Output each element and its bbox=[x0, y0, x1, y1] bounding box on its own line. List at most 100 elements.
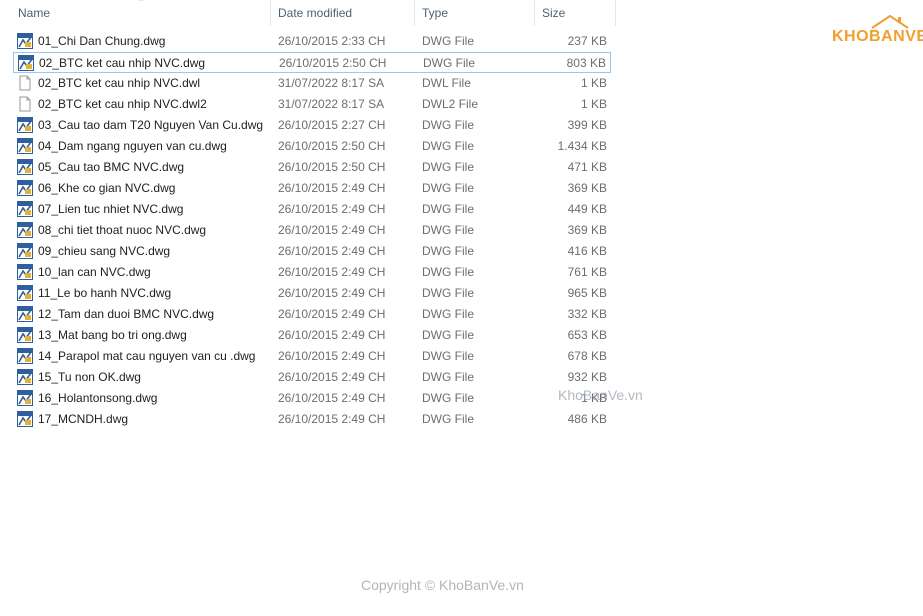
file-name: 04_Dam ngang nguyen van cu.dwg bbox=[38, 139, 227, 153]
dwg-file-icon bbox=[17, 411, 33, 427]
file-date-modified: 26/10/2015 2:49 CH bbox=[278, 412, 386, 426]
file-row[interactable]: 02_BTC ket cau nhip NVC.dwg 26/10/2015 2:… bbox=[13, 52, 611, 73]
file-name: 05_Cau tao BMC NVC.dwg bbox=[38, 160, 185, 174]
file-type: DWG File bbox=[422, 412, 474, 426]
dwg-file-icon bbox=[17, 222, 33, 238]
file-type: DWG File bbox=[422, 202, 474, 216]
file-name: 02_BTC ket cau nhip NVC.dwl2 bbox=[38, 97, 207, 111]
file-name: 13_Mat bang bo tri ong.dwg bbox=[38, 328, 187, 342]
file-row[interactable]: 07_Lien tuc nhiet NVC.dwg 26/10/2015 2:49… bbox=[13, 199, 611, 220]
khobanve-logo: KHOBANVE bbox=[832, 14, 923, 50]
file-date-modified: 31/07/2022 8:17 SA bbox=[278, 76, 385, 90]
file-name: 11_Le bo hanh NVC.dwg bbox=[38, 286, 172, 300]
dwg-file-icon bbox=[18, 55, 34, 71]
file-type: DWG File bbox=[422, 181, 474, 195]
file-row[interactable]: 05_Cau tao BMC NVC.dwg 26/10/2015 2:50 CH… bbox=[13, 157, 611, 178]
dwg-file-icon bbox=[17, 264, 33, 280]
file-row[interactable]: 16_Holantonsong.dwg 26/10/2015 2:49 CH DWG… bbox=[13, 388, 611, 409]
file-size: 486 KB bbox=[567, 412, 607, 426]
file-type: DWG File bbox=[422, 349, 474, 363]
file-date-modified: 26/10/2015 2:49 CH bbox=[278, 181, 386, 195]
file-date-modified: 26/10/2015 2:49 CH bbox=[278, 202, 386, 216]
file-type: DWG File bbox=[422, 139, 474, 153]
dwg-file-icon bbox=[17, 201, 33, 217]
file-name: 17_MCNDH.dwg bbox=[38, 412, 129, 426]
column-header-bar: ⌃ Name Date modified Type Size bbox=[0, 0, 616, 26]
file-row[interactable]: 12_Tam dan duoi BMC NVC.dwg 26/10/2015 2:… bbox=[13, 304, 611, 325]
file-size: 653 KB bbox=[567, 328, 607, 342]
dwg-file-icon bbox=[17, 117, 33, 133]
file-row[interactable]: 03_Cau tao dam T20 Nguyen Van Cu.dwg 26/1… bbox=[13, 115, 611, 136]
file-name: 07_Lien tuc nhiet NVC.dwg bbox=[38, 202, 184, 216]
dwg-file-icon bbox=[17, 159, 33, 175]
file-name: 08_chi tiet thoat nuoc NVC.dwg bbox=[38, 223, 207, 237]
file-type: DWG File bbox=[422, 307, 474, 321]
logo-text: KHOBANVE bbox=[832, 28, 923, 45]
file-date-modified: 26/10/2015 2:49 CH bbox=[278, 223, 386, 237]
file-type: DWG File bbox=[423, 56, 475, 70]
file-name: 01_Chi Dan Chung.dwg bbox=[38, 34, 166, 48]
file-row[interactable]: 13_Mat bang bo tri ong.dwg 26/10/2015 2:4… bbox=[13, 325, 611, 346]
file-row[interactable]: 02_BTC ket cau nhip NVC.dwl2 31/07/2022 8… bbox=[13, 94, 611, 115]
column-header-type[interactable]: Type bbox=[416, 0, 535, 26]
file-date-modified: 26/10/2015 2:49 CH bbox=[278, 349, 386, 363]
file-type: DWG File bbox=[422, 370, 474, 384]
file-name: 02_BTC ket cau nhip NVC.dwg bbox=[39, 56, 206, 70]
file-type: DWL File bbox=[422, 76, 471, 90]
file-type: DWG File bbox=[422, 391, 474, 405]
file-size: 1 KB bbox=[580, 76, 607, 90]
file-name: 09_chieu sang NVC.dwg bbox=[38, 244, 171, 258]
column-header-date-modified[interactable]: Date modified bbox=[272, 0, 415, 26]
file-row[interactable]: 11_Le bo hanh NVC.dwg 26/10/2015 2:49 CH D… bbox=[13, 283, 611, 304]
file-name: 02_BTC ket cau nhip NVC.dwl bbox=[38, 76, 201, 90]
file-name: 03_Cau tao dam T20 Nguyen Van Cu.dwg bbox=[38, 118, 264, 132]
file-date-modified: 26/10/2015 2:49 CH bbox=[278, 370, 386, 384]
file-date-modified: 26/10/2015 2:49 CH bbox=[278, 244, 386, 258]
file-row[interactable]: 14_Parapol mat cau nguyen van cu .dwg 26/… bbox=[13, 346, 611, 367]
file-size: 761 KB bbox=[567, 265, 607, 279]
file-row[interactable]: 06_Khe co gian NVC.dwg 26/10/2015 2:49 CH… bbox=[13, 178, 611, 199]
column-header-name[interactable]: Name bbox=[12, 0, 271, 26]
dwg-file-icon bbox=[17, 327, 33, 343]
dwg-file-icon bbox=[17, 180, 33, 196]
file-size: 399 KB bbox=[567, 118, 607, 132]
file-size: 678 KB bbox=[567, 349, 607, 363]
file-row[interactable]: 08_chi tiet thoat nuoc NVC.dwg 26/10/2015… bbox=[13, 220, 611, 241]
file-size: 416 KB bbox=[567, 244, 607, 258]
file-type: DWG File bbox=[422, 286, 474, 300]
file-name: 10_lan can NVC.dwg bbox=[38, 265, 151, 279]
file-type: DWL2 File bbox=[422, 97, 479, 111]
dwg-file-icon bbox=[17, 33, 33, 49]
watermark-text: KhoBanVe.vn bbox=[558, 387, 643, 403]
file-row[interactable]: 04_Dam ngang nguyen van cu.dwg 26/10/2015… bbox=[13, 136, 611, 157]
file-date-modified: 26/10/2015 2:50 CH bbox=[278, 160, 386, 174]
file-size: 237 KB bbox=[567, 34, 607, 48]
file-size: 471 KB bbox=[567, 160, 607, 174]
file-size: 332 KB bbox=[567, 307, 607, 321]
dwg-file-icon bbox=[17, 369, 33, 385]
dwg-file-icon bbox=[17, 138, 33, 154]
file-row[interactable]: 17_MCNDH.dwg 26/10/2015 2:49 CH DWG File 48… bbox=[13, 409, 611, 430]
file-row[interactable]: 09_chieu sang NVC.dwg 26/10/2015 2:49 CH D… bbox=[13, 241, 611, 262]
file-size: 449 KB bbox=[567, 202, 607, 216]
file-name: 16_Holantonsong.dwg bbox=[38, 391, 158, 405]
file-date-modified: 26/10/2015 2:27 CH bbox=[278, 118, 386, 132]
file-name: 12_Tam dan duoi BMC NVC.dwg bbox=[38, 307, 215, 321]
file-date-modified: 26/10/2015 2:49 CH bbox=[278, 328, 386, 342]
file-type: DWG File bbox=[422, 244, 474, 258]
file-type: DWG File bbox=[422, 118, 474, 132]
file-row[interactable]: 01_Chi Dan Chung.dwg 26/10/2015 2:33 CH DW… bbox=[13, 31, 611, 52]
file-date-modified: 31/07/2022 8:17 SA bbox=[278, 97, 385, 111]
file-size: 1 KB bbox=[580, 97, 607, 111]
column-header-size[interactable]: Size bbox=[536, 0, 616, 26]
dwg-file-icon bbox=[17, 285, 33, 301]
file-size: 932 KB bbox=[567, 370, 607, 384]
dwg-file-icon bbox=[17, 390, 33, 406]
file-row[interactable]: 02_BTC ket cau nhip NVC.dwl 31/07/2022 8:… bbox=[13, 73, 611, 94]
file-row[interactable]: 10_lan can NVC.dwg 26/10/2015 2:49 CH DWG … bbox=[13, 262, 611, 283]
file-date-modified: 26/10/2015 2:33 CH bbox=[278, 34, 386, 48]
blank-file-icon bbox=[17, 75, 33, 91]
file-size: 1.434 KB bbox=[557, 139, 607, 153]
file-row[interactable]: 15_Tu non OK.dwg 26/10/2015 2:49 CH DWG Fi… bbox=[13, 367, 611, 388]
file-size: 803 KB bbox=[566, 56, 606, 70]
